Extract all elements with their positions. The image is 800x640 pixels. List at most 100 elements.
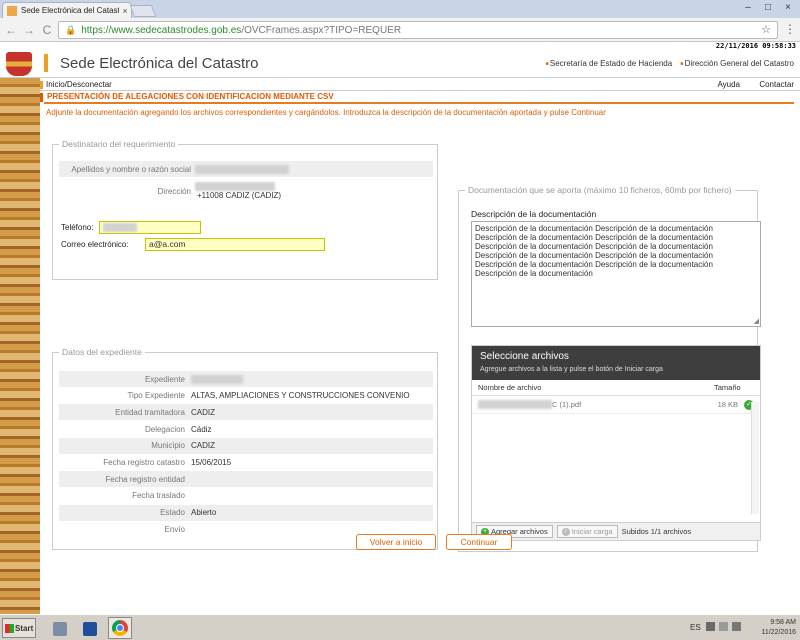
address-row: Dirección +11008 CADIZ (CADIZ): [59, 179, 433, 203]
expediente-row: Municipio CADIZ: [59, 437, 433, 454]
link-secretaria[interactable]: Secretaría de Estado de Hacienda: [545, 59, 672, 68]
browser-tabbar: Sede Electrónica del Catastr × – □ ×: [0, 0, 800, 18]
destinatario-section: Destinatario del requerimiento Apellidos…: [52, 139, 438, 280]
flag-icon[interactable]: [719, 622, 728, 631]
windows-logo-icon: [5, 623, 14, 633]
email-input[interactable]: a@a.com: [145, 238, 325, 251]
expediente-row-value: CADIZ: [191, 407, 215, 417]
reload-icon[interactable]: C: [40, 23, 54, 37]
uploader-columns: Nombre de archivo Tamaño: [472, 380, 760, 396]
sidebar-photo: [0, 78, 40, 614]
phone-label: Teléfono:: [61, 222, 94, 232]
expediente-row: Entidad tramitadora CADIZ: [59, 404, 433, 421]
upload-arrow-icon: ↑: [561, 527, 570, 536]
file-list-scrollbar[interactable]: [751, 402, 759, 514]
url-host: https://www.sedecatastrodes.gob.es: [81, 24, 242, 36]
chrome-icon[interactable]: [108, 617, 132, 639]
address-redacted: [195, 182, 275, 191]
uploaded-file-row[interactable]: C (1).pdf 18 KB ✓: [472, 396, 760, 414]
description-text: Descripción de la documentación Descripc…: [475, 224, 713, 278]
instructions-text: Adjunte la documentación agregando los a…: [46, 108, 606, 117]
browser-menu-icon[interactable]: ⋮: [784, 22, 796, 36]
main-content: PRESENTACIÓN DE ALEGACIONES CON IDENTIFI…: [40, 92, 798, 614]
clock-date: 11/22/2016: [761, 629, 796, 636]
expediente-row-value: CADIZ: [191, 441, 215, 451]
forward-icon[interactable]: →: [22, 23, 36, 37]
name-value-redacted: [195, 164, 289, 174]
expediente-row-label: Fecha traslado: [132, 491, 185, 501]
phone-input[interactable]: [99, 221, 201, 234]
nav-inicio-desconectar[interactable]: Inicio/Desconectar: [40, 80, 112, 89]
expediente-row-label: Fecha registro catastro: [103, 458, 185, 467]
expediente-row-label: Expediente: [144, 374, 185, 384]
page-heading: PRESENTACIÓN DE ALEGACIONES CON IDENTIFI…: [40, 92, 794, 104]
start-upload-button[interactable]: ↑ Iniciar carga: [556, 525, 618, 538]
server-manager-icon[interactable]: [48, 617, 72, 639]
expediente-section: Datos del expediente Expediente Tipo Expe…: [52, 347, 438, 550]
expediente-row: Fecha registro entidad: [59, 471, 433, 488]
uploader-header: Seleccione archivos Agregue archivos a l…: [472, 346, 760, 380]
back-icon[interactable]: ←: [4, 23, 18, 37]
nav-ayuda[interactable]: Ayuda: [717, 80, 740, 89]
expediente-row-value: Cádiz: [191, 424, 212, 434]
nav-contactar[interactable]: Contactar: [759, 80, 794, 89]
name-row: Apellidos y nombre o razón social: [59, 161, 433, 177]
start-label: Start: [15, 623, 34, 633]
volume-icon[interactable]: [732, 622, 741, 631]
site-title: Sede Electrónica del Catastro: [60, 55, 259, 72]
expediente-row-label: Estado: [160, 508, 185, 518]
bookmark-star-icon[interactable]: ☆: [761, 23, 771, 36]
col-file-size: Tamaño: [714, 383, 741, 392]
expediente-row-label: Delegacion: [144, 424, 185, 434]
address-bar[interactable]: 🔒 https://www.sedecatastrodes.gob.es /OV…: [58, 21, 778, 39]
expediente-row: Estado Abierto: [59, 504, 433, 521]
upload-status: Subidos 1/1 archivos: [621, 527, 692, 536]
expediente-row-label: Tipo Expediente: [127, 391, 185, 401]
expediente-row: Expediente: [59, 371, 433, 387]
tab-close-icon[interactable]: ×: [119, 6, 131, 16]
powershell-icon[interactable]: [78, 617, 102, 639]
file-name: C (1).pdf: [478, 400, 704, 410]
page: 22/11/2016 09:58:33 Sede Electrónica del…: [0, 42, 800, 614]
address-value: +11008 CADIZ (CADIZ): [197, 191, 282, 200]
email-label: Correo electrónico:: [61, 239, 129, 249]
network-icon[interactable]: [706, 622, 715, 631]
resize-grip-icon[interactable]: ◢: [754, 317, 759, 326]
expediente-number-redacted: [191, 374, 243, 384]
expediente-row-label: Envío: [164, 524, 185, 534]
expediente-row-value: Abierto: [191, 508, 217, 518]
expediente-row-value: 15/06/2015: [191, 458, 232, 467]
url-path: /OVCFrames.aspx?TIPO=REQUER: [241, 24, 402, 36]
language-indicator[interactable]: ES: [690, 623, 701, 632]
browser-toolbar: ← → C 🔒 https://www.sedecatastrodes.gob.…: [0, 18, 800, 42]
col-file-name: Nombre de archivo: [478, 383, 542, 392]
sub-navigation: Inicio/Desconectar Ayuda Contactar: [40, 79, 800, 91]
volver-inicio-button[interactable]: Volver a inicio: [356, 534, 436, 550]
start-upload-label: Iniciar carga: [571, 527, 613, 536]
phone-value-redacted: [103, 223, 137, 233]
uploader-title: Seleccione archivos: [480, 351, 569, 362]
maximize-icon[interactable]: □: [760, 2, 776, 13]
destinatario-legend: Destinatario del requerimiento: [59, 139, 179, 149]
start-button[interactable]: Start: [2, 618, 36, 638]
expediente-legend: Datos del expediente: [59, 347, 145, 357]
system-clock[interactable]: 9:58 AM 11/22/2016: [750, 618, 796, 638]
minimize-icon[interactable]: –: [740, 2, 756, 13]
continuar-button[interactable]: Continuar: [446, 534, 512, 550]
expediente-row: Tipo Expediente ALTAS, AMPLIACIONES Y CON…: [59, 388, 433, 404]
windows-taskbar: Start ES 9:58 AM 11/22/2016: [0, 614, 800, 640]
new-tab-button[interactable]: [129, 5, 157, 17]
name-label: Apellidos y nombre o razón social: [71, 164, 191, 174]
expediente-row-label: Fecha registro entidad: [105, 474, 185, 484]
tab-title: Sede Electrónica del Catastr: [21, 6, 119, 15]
link-direccion-general[interactable]: Dirección General del Catastro: [680, 59, 794, 68]
browser-tab[interactable]: Sede Electrónica del Catastr ×: [2, 2, 132, 18]
file-name-redacted: [478, 400, 552, 410]
expediente-row-label: Entidad tramitadora: [115, 407, 185, 417]
coat-of-arms-logo: [6, 52, 32, 76]
close-window-icon[interactable]: ×: [780, 2, 796, 13]
expediente-row: Delegacion Cádiz: [59, 421, 433, 437]
expediente-row: Fecha registro catastro 15/06/2015: [59, 455, 433, 471]
clock-time: 9:58 AM: [770, 619, 796, 626]
description-textarea[interactable]: Descripción de la documentación Descripc…: [471, 221, 761, 327]
